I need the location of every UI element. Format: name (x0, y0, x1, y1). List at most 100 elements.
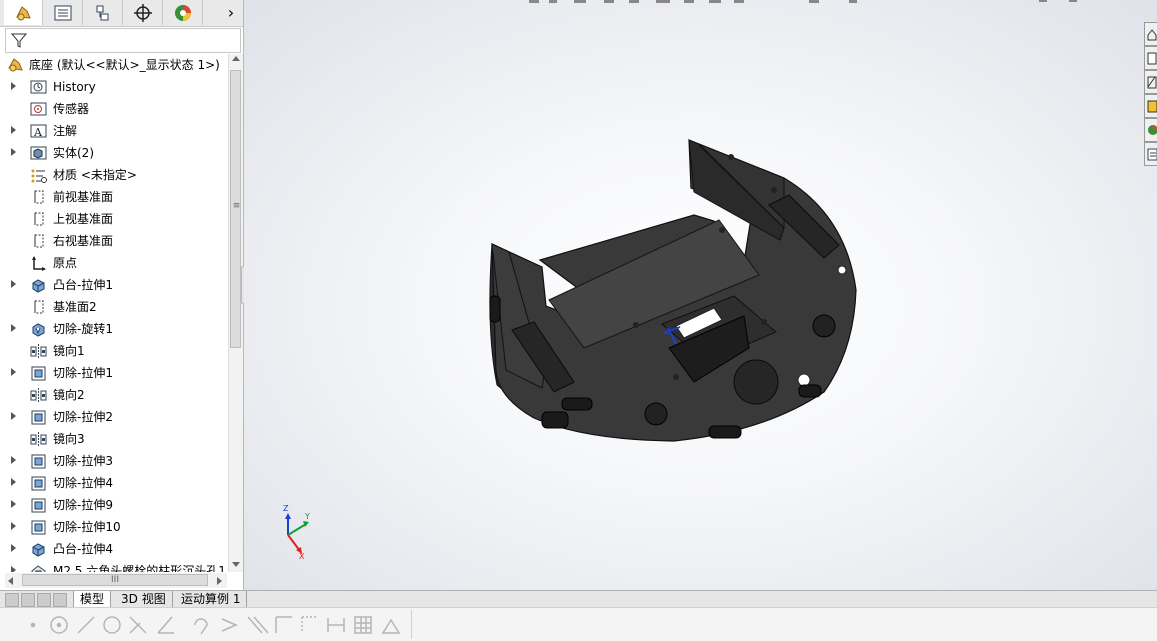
tree-item[interactable]: 右视基准面 (0, 230, 228, 252)
mirror-icon (30, 432, 47, 447)
configuration-manager-icon (96, 5, 109, 20)
file-explorer-icon (1147, 76, 1157, 89)
property-manager-icon (54, 5, 72, 20)
tree-item-label: 实体(2) (53, 146, 94, 160)
scroll-up-arrow-icon[interactable] (232, 56, 240, 61)
tree-item-label: 上视基准面 (53, 212, 114, 226)
view-palette-tab[interactable] (1144, 94, 1157, 118)
cut-extrude-icon (31, 476, 46, 491)
file-explorer-tab[interactable] (1144, 70, 1157, 94)
expand-arrow-icon[interactable] (11, 280, 16, 288)
scroll-left-arrow-icon[interactable] (8, 577, 13, 585)
home-tab[interactable] (1144, 22, 1157, 46)
tree-item[interactable]: 镜向2 (0, 384, 228, 406)
tree-item-label: 镜向2 (53, 388, 85, 402)
tree-item[interactable]: History (0, 76, 228, 98)
point-tool-icon (30, 622, 36, 628)
dimension-tool-icon (327, 618, 345, 632)
feature-manager-panel: › 底座 (默认<<默认>_显示状态 1>) History 传感器 A 注解实体(2… (0, 0, 244, 590)
custom-properties-icon (1147, 148, 1157, 161)
sketch-tools (30, 616, 401, 635)
tree-root[interactable]: 底座 (默认<<默认>_显示状态 1>) (0, 54, 228, 76)
design-library-tab[interactable] (1144, 46, 1157, 70)
tab-3d-view[interactable]: 3D 视图 (115, 591, 173, 607)
horizontal-scroll-thumb[interactable]: III (22, 574, 208, 586)
tree-item-label: 切除-拉伸9 (53, 498, 113, 512)
tab-prev-button[interactable] (21, 593, 35, 607)
tree-item-label: 右视基准面 (53, 234, 114, 248)
tree-item[interactable]: 切除-拉伸3 (0, 450, 228, 472)
plane-icon (34, 300, 44, 314)
hole-wizard-icon (31, 565, 46, 572)
expand-arrow-icon[interactable] (11, 412, 16, 420)
tree-item-label: 切除-拉伸4 (53, 476, 113, 490)
view-palette-icon (1147, 100, 1157, 113)
tab-first-button[interactable] (5, 593, 19, 607)
property-manager-tab[interactable] (44, 0, 83, 25)
expand-arrow-icon[interactable] (11, 566, 16, 572)
tab-next-button[interactable] (37, 593, 51, 607)
crosshair-icon (134, 3, 152, 22)
tree-item[interactable]: 凸台-拉伸1 (0, 274, 228, 296)
tree-horizontal-scrollbar[interactable]: III (5, 573, 227, 588)
tree-item[interactable]: 基准面2 (0, 296, 228, 318)
tree-item[interactable]: 切除-旋转1 (0, 318, 228, 340)
design-library-icon (1147, 52, 1157, 65)
scroll-right-arrow-icon[interactable] (217, 577, 222, 585)
tree-item[interactable]: 切除-拉伸10 (0, 516, 228, 538)
part-icon (8, 58, 23, 72)
part-model-render (489, 0, 1077, 442)
tree-item[interactable]: A 注解 (0, 120, 228, 142)
tree-item-label: History (53, 80, 96, 94)
tree-item[interactable]: 镜向3 (0, 428, 228, 450)
expand-arrow-icon[interactable] (11, 324, 16, 332)
graphics-viewport[interactable]: Z Y X (244, 0, 1157, 590)
tree-item[interactable]: 切除-拉伸9 (0, 494, 228, 516)
tree-vertical-scrollbar[interactable]: ≡ (228, 54, 243, 572)
heads-up-toolbar-fragment (529, 0, 1077, 3)
cut-extrude-icon (31, 410, 46, 425)
triad-y-label: Y (305, 512, 310, 521)
tree-item-label: 切除-拉伸1 (53, 366, 113, 380)
tree-item-label: 切除-拉伸10 (53, 520, 121, 534)
tree-item[interactable]: 实体(2) (0, 142, 228, 164)
tree-filter-box[interactable] (5, 28, 241, 53)
boss-extrude-icon (32, 279, 45, 293)
scroll-down-arrow-icon[interactable] (232, 562, 240, 567)
tab-model[interactable]: 模型 (73, 591, 112, 607)
configuration-manager-tab[interactable] (84, 0, 123, 25)
tree-item-label: 切除-拉伸3 (53, 454, 113, 468)
tree-item[interactable]: 切除-拉伸4 (0, 472, 228, 494)
vertical-scroll-thumb[interactable]: ≡ (230, 70, 241, 348)
expand-arrow-icon[interactable] (11, 148, 16, 156)
tree-item[interactable]: M2.5 六角头螺栓的柱形沉头孔1 (0, 560, 228, 572)
tree-item[interactable]: 上视基准面 (0, 208, 228, 230)
expand-arrow-icon[interactable] (11, 126, 16, 134)
display-manager-tab[interactable] (164, 0, 203, 25)
home-icon (1147, 29, 1157, 41)
tree-item[interactable]: 传感器 (0, 98, 228, 120)
tab-last-button[interactable] (53, 593, 67, 607)
sensor-icon (30, 102, 47, 116)
panel-expand-toggle[interactable]: › (222, 3, 240, 23)
tree-item[interactable]: 切除-拉伸1 (0, 362, 228, 384)
tree-item[interactable]: 原点 (0, 252, 228, 274)
custom-properties-tab[interactable] (1144, 142, 1157, 166)
tree-item[interactable]: 材质 <未指定> (0, 164, 228, 186)
tree-item[interactable]: 前视基准面 (0, 186, 228, 208)
expand-arrow-icon[interactable] (11, 456, 16, 464)
expand-arrow-icon[interactable] (11, 478, 16, 486)
tree-item[interactable]: 镜向1 (0, 340, 228, 362)
tree-item[interactable]: 凸台-拉伸4 (0, 538, 228, 560)
expand-arrow-icon[interactable] (11, 544, 16, 552)
feature-manager-tab[interactable] (4, 0, 43, 25)
tree-item[interactable]: 切除-拉伸2 (0, 406, 228, 428)
tab-motion-study-1[interactable]: 运动算例 1 (175, 591, 248, 607)
expand-arrow-icon[interactable] (11, 522, 16, 530)
appearances-tab[interactable] (1144, 118, 1157, 142)
dimxpert-manager-tab[interactable] (124, 0, 163, 25)
expand-arrow-icon[interactable] (11, 500, 16, 508)
vscroll-grip: ≡ (232, 201, 241, 211)
expand-arrow-icon[interactable] (11, 82, 16, 90)
expand-arrow-icon[interactable] (11, 368, 16, 376)
